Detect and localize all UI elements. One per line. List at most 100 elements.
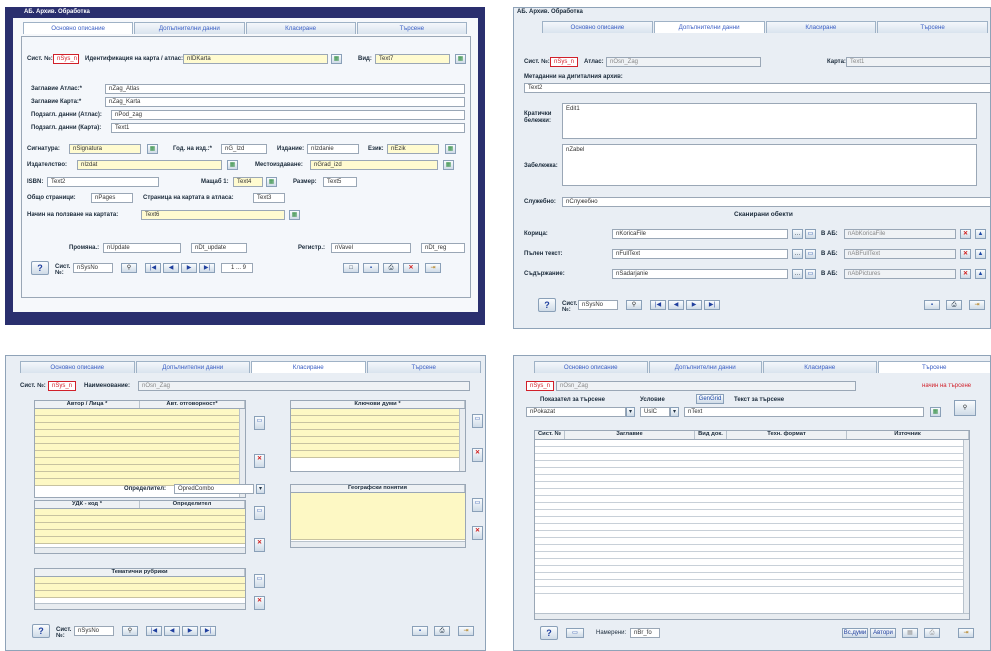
delete-icon[interactable]: ✕ xyxy=(472,448,483,462)
sudurj-field[interactable]: nSadarjanie xyxy=(612,269,788,279)
open-icon[interactable]: ▭ xyxy=(566,628,584,638)
prev-record-icon[interactable]: ◀ xyxy=(163,263,179,273)
nachin-field[interactable]: Text6 xyxy=(141,210,285,220)
first-record-icon[interactable]: |◀ xyxy=(145,263,161,273)
new-record-icon[interactable]: □ xyxy=(343,263,359,273)
korica-ab-field[interactable]: nAbKoricaFile xyxy=(844,229,956,239)
authors-button[interactable]: Автори xyxy=(870,628,896,638)
tab-search[interactable]: Търсене xyxy=(356,22,467,34)
izdatel-field[interactable]: nIzdat xyxy=(77,160,222,170)
results-grid[interactable]: Сист. № Заглавие Вид док. Техн. формат И… xyxy=(534,430,970,620)
save-icon[interactable]: ▪ xyxy=(924,300,940,310)
exit-icon[interactable]: ⇥ xyxy=(958,628,974,638)
exit-icon[interactable]: ⇥ xyxy=(969,300,985,310)
search-text-field[interactable]: nText xyxy=(684,407,924,417)
binoculars-icon[interactable]: ⚲ xyxy=(954,400,976,416)
sys-no-field[interactable]: nSysNo xyxy=(578,300,618,310)
mesto-field[interactable]: nGrad_izd xyxy=(310,160,438,170)
binoculars-icon[interactable]: ⚲ xyxy=(626,300,642,310)
browse-icon[interactable]: … xyxy=(792,269,803,279)
pokaz-combo[interactable]: nPokazat xyxy=(526,407,626,417)
lookup-icon[interactable]: ▦ xyxy=(266,177,277,187)
add-row-icon[interactable]: ▭ xyxy=(254,416,265,430)
delete-icon[interactable]: ✕ xyxy=(403,263,419,273)
mashtab-field[interactable]: Text4 xyxy=(233,177,263,187)
keywords-grid[interactable]: Ключови думи * xyxy=(290,400,466,472)
lookup-icon[interactable]: ▦ xyxy=(147,144,158,154)
delete-icon[interactable]: ✕ xyxy=(960,249,971,259)
print-icon[interactable]: ⎙ xyxy=(946,300,962,310)
podz-karta-field[interactable]: Text1 xyxy=(111,123,465,133)
help-icon[interactable]: ? xyxy=(32,624,50,638)
tab-main-description[interactable]: Основно описание xyxy=(534,361,648,373)
delete-icon[interactable]: ✕ xyxy=(960,269,971,279)
tab-additional-data[interactable]: Допълнителни данни xyxy=(134,22,245,34)
chevron-down-icon[interactable]: ▾ xyxy=(670,407,679,417)
binoculars-icon[interactable]: ⚲ xyxy=(122,626,138,636)
image-icon[interactable]: ▲ xyxy=(975,229,986,239)
exit-icon[interactable]: ⇥ xyxy=(425,263,441,273)
pulen-ab-field[interactable]: nABFullText xyxy=(844,249,956,259)
grid-icon[interactable]: ▦ xyxy=(902,628,918,638)
lookup-icon[interactable]: ▦ xyxy=(930,407,941,417)
binoculars-icon[interactable]: ⚲ xyxy=(121,263,137,273)
podz-atlas-field[interactable]: nPod_zag xyxy=(111,110,465,120)
ezik-field[interactable]: nEzik xyxy=(387,144,439,154)
delete-icon[interactable]: ✕ xyxy=(254,454,265,468)
sluj-field[interactable]: nСлужебно xyxy=(562,197,990,207)
uslovie-combo[interactable]: UslC xyxy=(640,407,670,417)
add-row-icon[interactable]: ▭ xyxy=(254,574,265,588)
save-icon[interactable]: ▪ xyxy=(363,263,379,273)
browse-icon[interactable]: … xyxy=(792,249,803,259)
zag-karta-field[interactable]: nZag_Karta xyxy=(105,97,465,107)
tab-main-description[interactable]: Основно описание xyxy=(542,21,653,33)
pulen-field[interactable]: nFullText xyxy=(612,249,788,259)
zag-atlas-field[interactable]: nZag_Atlas xyxy=(105,84,465,94)
izd-field[interactable]: nIzdanie xyxy=(307,144,359,154)
lookup-icon[interactable]: ▦ xyxy=(445,144,456,154)
gengrid-button[interactable]: GenGrid xyxy=(696,394,724,404)
last-record-icon[interactable]: ▶| xyxy=(704,300,720,310)
chevron-down-icon[interactable]: ▾ xyxy=(256,484,265,494)
tab-additional-data[interactable]: Допълнителни данни xyxy=(653,21,765,33)
delete-icon[interactable]: ✕ xyxy=(960,229,971,239)
add-row-icon[interactable]: ▭ xyxy=(472,498,483,512)
dt-update-field[interactable]: nDt_update xyxy=(191,243,247,253)
tab-additional-data[interactable]: Допълнителни данни xyxy=(135,361,250,373)
kratki-field[interactable]: Edit1 xyxy=(562,103,977,139)
sign-field[interactable]: nSignatura xyxy=(69,144,141,154)
isbn-field[interactable]: Text2 xyxy=(47,177,159,187)
naim-field[interactable]: nOsn_Zag xyxy=(138,381,470,391)
sist-field[interactable]: nSys_n xyxy=(526,381,554,391)
tab-classification[interactable]: Класиране xyxy=(765,21,877,33)
atlas-field[interactable]: nOsn_Zag xyxy=(606,57,761,67)
image-icon[interactable]: ▲ xyxy=(975,249,986,259)
tab-search[interactable]: Търсене xyxy=(877,21,988,33)
image-icon[interactable]: ▲ xyxy=(975,269,986,279)
geo-grid[interactable]: Географски понятия xyxy=(290,484,466,548)
opred-combo[interactable]: OpredCombo xyxy=(174,484,254,494)
karta-field[interactable]: Text1 xyxy=(846,57,990,67)
print-icon[interactable]: ⎙ xyxy=(434,626,450,636)
namereni-field[interactable]: nBr_fo xyxy=(630,628,660,638)
next-record-icon[interactable]: ▶ xyxy=(182,626,198,636)
dt-reg-field[interactable]: nDt_reg xyxy=(421,243,465,253)
first-record-icon[interactable]: |◀ xyxy=(650,300,666,310)
sys-no-field[interactable]: nSysNo xyxy=(73,263,113,273)
tab-classification[interactable]: Класиране xyxy=(251,361,366,373)
last-record-icon[interactable]: ▶| xyxy=(199,263,215,273)
tab-main-description[interactable]: Основно описание xyxy=(23,22,134,34)
open-file-icon[interactable]: ▭ xyxy=(805,269,816,279)
prev-record-icon[interactable]: ◀ xyxy=(668,300,684,310)
save-icon[interactable]: ▪ xyxy=(412,626,428,636)
open-file-icon[interactable]: ▭ xyxy=(805,229,816,239)
next-record-icon[interactable]: ▶ xyxy=(181,263,197,273)
help-icon[interactable]: ? xyxy=(540,626,558,640)
stranica-field[interactable]: Text3 xyxy=(253,193,285,203)
delete-icon[interactable]: ✕ xyxy=(254,538,265,552)
tab-classification[interactable]: Класиране xyxy=(245,22,356,34)
razmer-field[interactable]: Text5 xyxy=(323,177,357,187)
naim-field[interactable]: nOsn_Zag xyxy=(556,381,856,391)
print-icon[interactable]: ⎙ xyxy=(924,628,940,638)
korica-field[interactable]: nKoricaFile xyxy=(612,229,788,239)
